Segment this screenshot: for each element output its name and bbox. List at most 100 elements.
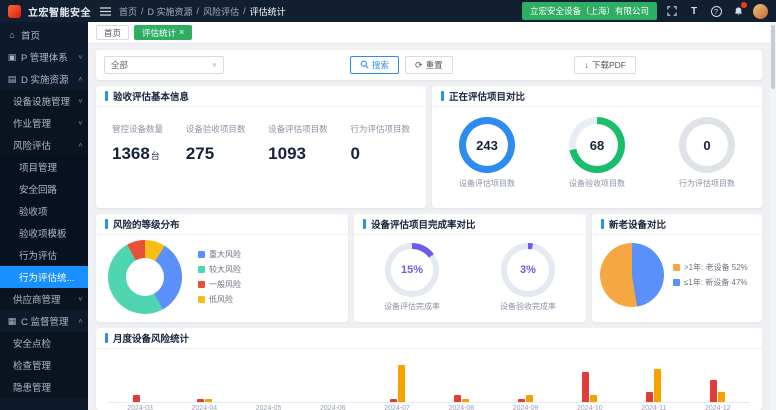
module-icon: ▤ [7, 74, 17, 85]
bar [654, 369, 661, 404]
sidebar-item-risk-assessment[interactable]: 风险评估 ∧ [0, 134, 88, 156]
chevron-up-icon: ∧ [78, 318, 83, 324]
bar [518, 399, 525, 403]
bar-group: 2024-09 [513, 357, 539, 410]
card-risk-level-distribution: 风险的等级分布 重大风险 较大风险 一般风险 低风险 [96, 214, 348, 322]
close-icon[interactable]: × [179, 28, 184, 37]
sidebar-item-check-management[interactable]: 检查管理 [0, 354, 88, 376]
chart-legend: 重大风险 较大风险 一般风险 低风险 [198, 249, 241, 305]
card-title: 风险的等级分布 [96, 214, 348, 235]
bar-group: 2024-08 [449, 357, 475, 410]
tab-home[interactable]: 首页 [96, 25, 129, 40]
sidebar-item-p-management[interactable]: ▣ P 管理体系 ∨ [0, 46, 88, 68]
card-title: 月度设备风险统计 [96, 328, 762, 349]
breadcrumb-item[interactable]: 首页 [119, 5, 137, 18]
bar [526, 395, 533, 403]
scrollbar[interactable] [770, 22, 776, 410]
gauge-charts: 15% 设备评估完成率 3% 设备验收完成率 [354, 235, 586, 312]
sidebar-item-behavior-assessment[interactable]: 行为评估 [0, 244, 88, 266]
app-title: 立宏智能安全 [28, 4, 91, 19]
chart-legend: >1年: 老设备 52% ≤1年: 新设备 47% [673, 262, 748, 288]
legend-item: 低风险 [198, 294, 241, 305]
filter-bar: 全部 ∨ 搜索 ⟳ 重置 ↓ [96, 50, 762, 80]
bar-chart: 2024-032024-042024-052024-062024-072024-… [108, 355, 750, 410]
sidebar-item-d-resources[interactable]: ▤ D 实施资源 ∧ [0, 68, 88, 90]
search-button[interactable]: 搜索 [350, 56, 399, 74]
bar-category-label: 2024-10 [577, 403, 603, 410]
sidebar-item-c-supervision[interactable]: ▦ C 监督管理 ∧ [0, 310, 88, 332]
help-icon[interactable]: ? [709, 4, 723, 18]
avatar[interactable] [753, 4, 768, 19]
stats-group: 管控设备数量 1368台 设备验收项目数 275 设备评估项目数 1093 [96, 107, 426, 164]
filter-buttons: 搜索 ⟳ 重置 [350, 56, 453, 74]
bar-group: 2024-07 [384, 357, 410, 410]
bar [205, 399, 212, 403]
sidebar-item-safety-loop[interactable]: 安全回路 [0, 178, 88, 200]
bar-category-label: 2024-12 [705, 403, 731, 410]
sidebar-item-behavior-assessment-stats[interactable]: 行为评估统... [0, 266, 88, 288]
bar-group: 2024-10 [577, 357, 603, 410]
tab-bar: 首页 评估统计 × [88, 22, 770, 44]
breadcrumb-item[interactable]: D 实施资源 [148, 5, 193, 18]
card-title: 验收评估基本信息 [96, 86, 426, 107]
legend-item: 重大风险 [198, 249, 241, 260]
sidebar-item-project-management[interactable]: 项目管理 [0, 156, 88, 178]
card-basic-info: 验收评估基本信息 管控设备数量 1368台 设备验收项目数 275 设备评估项目… [96, 86, 426, 208]
sidebar-item-equipment-management[interactable]: 设备设施管理 ∨ [0, 90, 88, 112]
bell-icon[interactable] [731, 4, 745, 18]
tab-assessment-stats[interactable]: 评估统计 × [134, 25, 192, 40]
breadcrumb-separator: / [243, 6, 246, 16]
sidebar-item-acceptance-template[interactable]: 验收项模板 [0, 222, 88, 244]
breadcrumb-item-current: 评估统计 [250, 5, 286, 18]
sidebar-item-hazard-management[interactable]: 隐患管理 [0, 376, 88, 398]
breadcrumb-item[interactable]: 风险评估 [203, 5, 239, 18]
page-content: 全部 ∨ 搜索 ⟳ 重置 ↓ [88, 44, 770, 410]
legend-item: ≤1年: 新设备 47% [673, 277, 748, 288]
sidebar-item-acceptance-items[interactable]: 验收项 [0, 200, 88, 222]
card-completion-rate: 设备评估项目完成率对比 15% 设备评估完成率 3% 设备验收完成率 [354, 214, 586, 322]
menu-icon[interactable] [98, 4, 112, 18]
card-title: 正在评估项目对比 [432, 86, 762, 107]
chevron-down-icon: ∨ [212, 62, 217, 68]
sidebar-item-safety-inspection[interactable]: 安全点检 [0, 332, 88, 354]
scrollbar-thumb[interactable] [771, 25, 775, 89]
chevron-down-icon: ∨ [78, 98, 83, 104]
logo [8, 5, 21, 18]
card-title: 新老设备对比 [592, 214, 762, 235]
chevron-up-icon: ∧ [78, 76, 83, 82]
notification-badge [741, 2, 747, 8]
breadcrumb-separator: / [141, 6, 144, 16]
card-in-progress-comparison: 正在评估项目对比 243 设备评估项目数 68 设备验收项目数 0 [432, 86, 762, 208]
card-monthly-risk: 月度设备风险统计 2024-032024-042024-052024-06202… [96, 328, 762, 410]
stat-managed-devices: 管控设备数量 1368台 [112, 123, 163, 164]
download-pdf-button[interactable]: ↓ 下载PDF [574, 56, 636, 74]
bar-group: 2024-03 [127, 357, 153, 410]
chevron-down-icon: ∨ [78, 120, 83, 126]
sidebar-item-supplier-management[interactable]: 供应商管理 ∨ [0, 288, 88, 310]
monthly-chart-area: 2024-032024-042024-052024-062024-072024-… [96, 349, 762, 410]
bar [710, 380, 717, 403]
bar-category-label: 2024-09 [513, 403, 539, 410]
home-icon: ⌂ [7, 30, 17, 40]
charts-row: 风险的等级分布 重大风险 较大风险 一般风险 低风险 [96, 214, 762, 322]
ring-behavior-assessment: 0 行为评估项目数 [679, 117, 735, 189]
font-size-icon[interactable]: T [687, 4, 701, 18]
bar [462, 399, 469, 403]
sidebar-item-work-management[interactable]: 作业管理 ∨ [0, 112, 88, 134]
title-accent [105, 333, 108, 343]
title-accent [601, 219, 604, 229]
refresh-icon: ⟳ [415, 61, 423, 70]
bar [718, 392, 725, 404]
bar-category-label: 2024-06 [320, 403, 346, 410]
reset-button[interactable]: ⟳ 重置 [405, 56, 453, 74]
legend-item: 一般风险 [198, 279, 241, 290]
stat-behavior-projects: 行为评估项目数 0 [350, 123, 410, 164]
filter-select[interactable]: 全部 ∨ [104, 56, 224, 74]
fullscreen-icon[interactable] [665, 4, 679, 18]
main-area: 首页 评估统计 × 全部 ∨ 搜索 [88, 22, 770, 410]
module-icon: ▣ [7, 52, 17, 63]
pie-chart [600, 243, 664, 307]
sidebar-item-home[interactable]: ⌂ 首页 [0, 24, 88, 46]
company-button[interactable]: 立宏安全设备（上海）有限公司 [522, 2, 657, 20]
risk-donut-chart: 重大风险 较大风险 一般风险 低风险 [96, 235, 348, 319]
